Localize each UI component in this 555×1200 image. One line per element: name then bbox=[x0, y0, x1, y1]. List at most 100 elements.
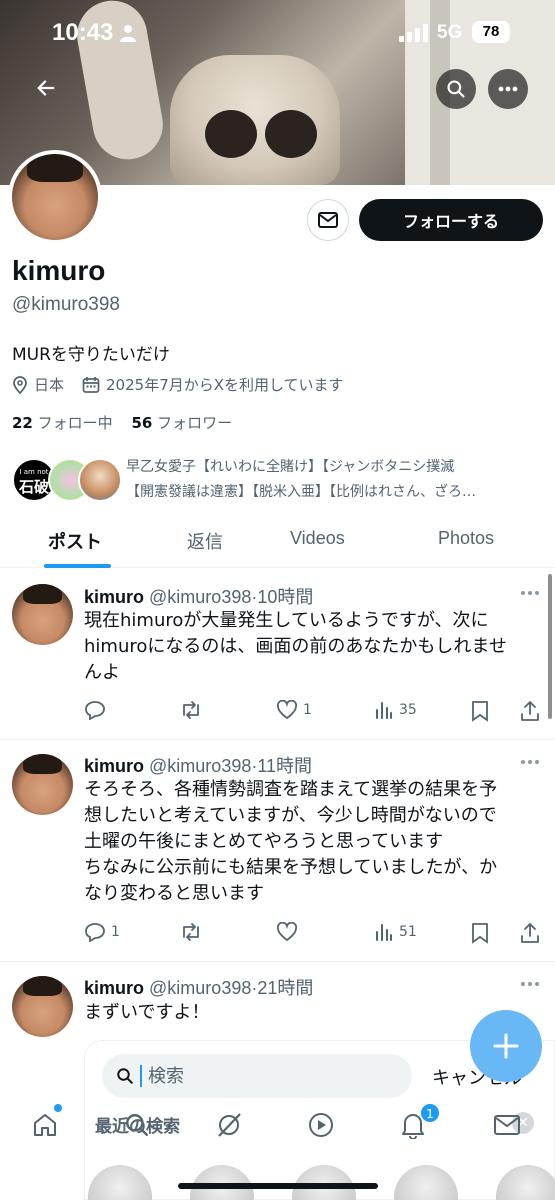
search-icon bbox=[126, 1114, 148, 1136]
views-chart-icon bbox=[376, 924, 392, 941]
post-text: 現在himuroが大量発生しているようですが、次に himuroになるのは、画面… bbox=[84, 610, 507, 683]
tab-posts[interactable]: ポスト bbox=[48, 528, 102, 554]
views-button[interactable]: 35 bbox=[374, 700, 417, 720]
heart-icon bbox=[276, 922, 298, 942]
nav-video[interactable] bbox=[304, 1108, 338, 1142]
profile-meta: 日本 2025年7月からXを利用しています bbox=[12, 374, 344, 395]
back-button[interactable] bbox=[26, 68, 66, 108]
post-text: まずいですよ！ bbox=[84, 1002, 210, 1023]
post-avatar[interactable] bbox=[12, 754, 73, 815]
bottom-nav bbox=[0, 1090, 555, 1160]
post-actions: 1 35 bbox=[84, 700, 544, 722]
post-header: kimuro @kimuro398·21時間 bbox=[84, 974, 313, 1000]
location-pin-icon bbox=[13, 375, 27, 394]
post-actions: 1 51 bbox=[84, 922, 544, 944]
repost-icon bbox=[183, 701, 199, 719]
home-unread-dot bbox=[54, 1104, 62, 1112]
post-author-name[interactable]: kimuro bbox=[84, 756, 144, 776]
grok-icon bbox=[218, 1113, 241, 1137]
mail-icon bbox=[494, 1115, 520, 1135]
nav-home[interactable] bbox=[28, 1108, 62, 1142]
share-icon[interactable] bbox=[520, 700, 540, 722]
nav-messages[interactable] bbox=[490, 1108, 524, 1142]
arrow-left-icon bbox=[37, 80, 55, 96]
post-avatar[interactable] bbox=[12, 584, 73, 645]
post-author-name[interactable]: kimuro bbox=[84, 978, 144, 998]
tab-videos[interactable]: Videos bbox=[290, 528, 345, 549]
message-button[interactable] bbox=[307, 199, 349, 241]
share-icon[interactable] bbox=[520, 922, 540, 944]
bookmark-icon[interactable] bbox=[471, 700, 489, 722]
tab-active-indicator bbox=[44, 564, 111, 568]
repost-icon bbox=[183, 923, 199, 941]
bookmark-icon[interactable] bbox=[471, 922, 489, 944]
heart-icon bbox=[276, 700, 298, 720]
nav-search[interactable] bbox=[120, 1108, 154, 1142]
views-chart-icon bbox=[376, 702, 392, 719]
compose-button[interactable] bbox=[470, 1010, 542, 1082]
post-author-handle: @kimuro398 bbox=[149, 978, 252, 998]
status-bar: 10:43 5G 78 bbox=[0, 0, 555, 66]
recent-search-avatar[interactable] bbox=[88, 1165, 152, 1200]
profile-avatar[interactable] bbox=[8, 150, 102, 244]
like-button[interactable] bbox=[276, 922, 303, 942]
post-author-handle: @kimuro398 bbox=[149, 756, 252, 776]
recent-search-avatar[interactable] bbox=[496, 1165, 555, 1200]
post-more-icon[interactable] bbox=[520, 981, 540, 987]
home-icon bbox=[34, 1114, 56, 1136]
post-time: ·10時間 bbox=[251, 587, 314, 607]
post-avatar[interactable] bbox=[12, 976, 73, 1037]
profile-joined-date: 2025年7月からXを利用しています bbox=[106, 376, 344, 394]
signal-icon bbox=[399, 24, 428, 42]
notifications-badge: 1 bbox=[420, 1103, 440, 1123]
reply-button[interactable] bbox=[84, 700, 111, 720]
profile-name: kimuro bbox=[12, 255, 106, 286]
follow-button[interactable]: フォローする bbox=[359, 199, 543, 241]
battery-icon: 78 bbox=[472, 21, 510, 43]
tab-photos[interactable]: Photos bbox=[438, 528, 494, 549]
post-more-icon[interactable] bbox=[520, 759, 540, 765]
repost-button[interactable] bbox=[179, 700, 208, 720]
followers-link[interactable]: 56 フォロワー bbox=[131, 414, 232, 432]
reply-button[interactable]: 1 bbox=[84, 922, 120, 942]
text-cursor bbox=[140, 1065, 142, 1087]
calendar-icon bbox=[82, 376, 100, 393]
person-icon bbox=[120, 25, 136, 42]
followed-by-avatar bbox=[78, 458, 122, 502]
like-button[interactable]: 1 bbox=[276, 700, 312, 720]
post-header: kimuro @kimuro398·10時間 bbox=[84, 583, 313, 609]
search-button[interactable] bbox=[436, 69, 476, 109]
post[interactable]: kimuro @kimuro398·11時間 そろそろ、各種情勢調査を踏まえて選… bbox=[0, 740, 555, 962]
post[interactable]: kimuro @kimuro398·10時間 現在himuroが大量発生している… bbox=[0, 570, 555, 740]
post-text: そろそろ、各種情勢調査を踏まえて選挙の結果を予 想したいと考えていますが、今少し… bbox=[84, 779, 498, 904]
nav-grok[interactable] bbox=[212, 1108, 246, 1142]
search-input[interactable] bbox=[148, 1065, 388, 1087]
post-header: kimuro @kimuro398·11時間 bbox=[84, 752, 312, 778]
profile-tabs: ポスト 返信 Videos Photos bbox=[0, 518, 555, 568]
post-more-icon[interactable] bbox=[520, 590, 540, 596]
post-time: ·11時間 bbox=[251, 756, 313, 776]
repost-button[interactable] bbox=[179, 922, 208, 942]
network-type: 5G bbox=[437, 22, 463, 43]
tab-replies[interactable]: 返信 bbox=[187, 528, 223, 554]
followed-by-avatars[interactable]: I am not 石破 bbox=[12, 456, 122, 504]
more-options-button[interactable] bbox=[488, 69, 528, 109]
following-link[interactable]: 22 フォロー中 bbox=[12, 414, 113, 432]
post-time: ·21時間 bbox=[251, 978, 314, 998]
home-indicator bbox=[178, 1183, 378, 1189]
status-time: 10:43 bbox=[52, 19, 114, 46]
recent-search-avatar[interactable] bbox=[394, 1165, 458, 1200]
more-horizontal-icon bbox=[498, 86, 518, 92]
followed-by-text[interactable]: 早乙女愛子【れいわに全賭け】【ジャンボタニシ撲滅 【開憲發議は違憲】【脱米入亜】… bbox=[126, 455, 546, 505]
views-button[interactable]: 51 bbox=[374, 922, 417, 942]
follow-counts: 22 フォロー中 56 フォロワー bbox=[12, 412, 232, 433]
profile-bio: MURを守りたいだけ bbox=[12, 345, 170, 365]
post-author-handle: @kimuro398 bbox=[149, 587, 252, 607]
search-icon bbox=[447, 80, 465, 98]
scrollbar[interactable] bbox=[548, 574, 552, 719]
search-icon bbox=[117, 1068, 133, 1084]
reply-icon bbox=[85, 923, 105, 942]
post-author-name[interactable]: kimuro bbox=[84, 587, 144, 607]
banner-image-animal bbox=[170, 55, 340, 185]
mail-icon bbox=[318, 212, 338, 228]
